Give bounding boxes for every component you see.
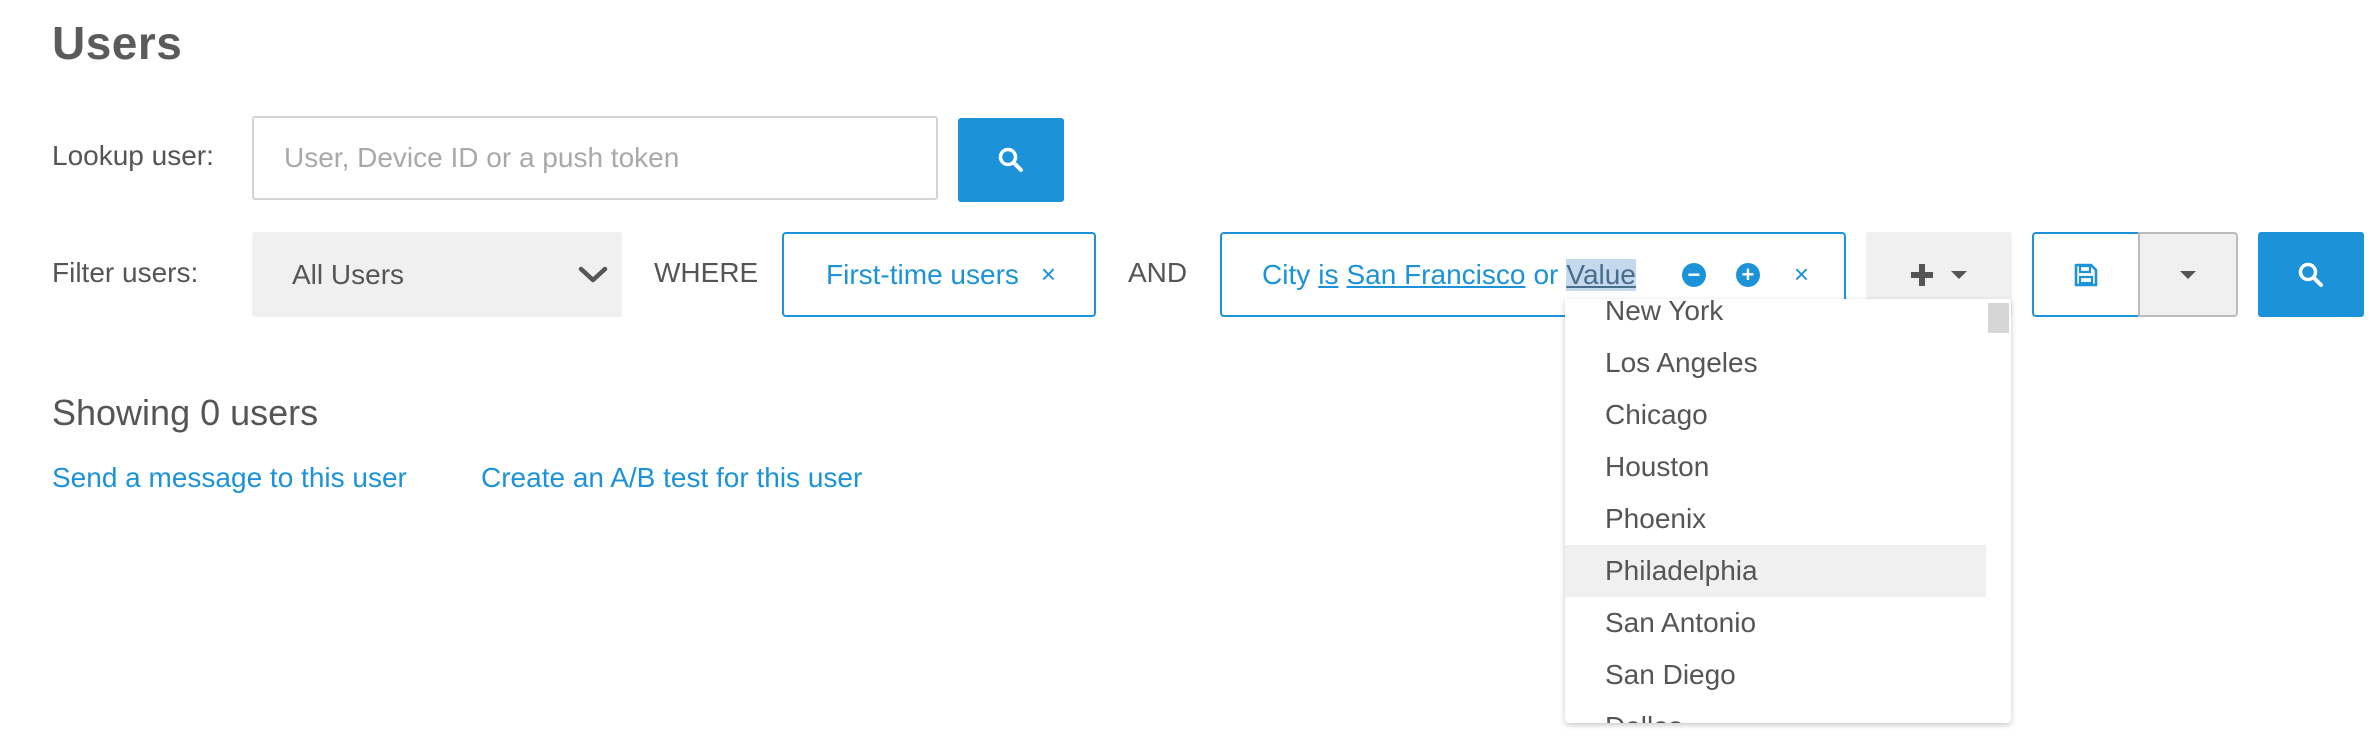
filter-value-link[interactable]: San Francisco: [1346, 259, 1525, 291]
save-segment-button[interactable]: [2032, 232, 2140, 317]
create-ab-test-link[interactable]: Create an A/B test for this user: [481, 462, 862, 494]
filter-chip-label: First-time users: [826, 258, 1019, 290]
filter-field: City: [1262, 258, 1311, 290]
dropdown-option[interactable]: San Antonio: [1565, 597, 1986, 649]
dropdown-option[interactable]: Dallas: [1565, 701, 1986, 723]
caret-down-icon: [2180, 270, 2196, 279]
city-dropdown[interactable]: New York Los Angeles Chicago Houston Pho…: [1565, 299, 2011, 723]
where-keyword: WHERE: [654, 257, 759, 288]
dropdown-option[interactable]: Houston: [1565, 441, 1986, 493]
search-icon: [998, 147, 1023, 172]
search-icon: [2298, 262, 2323, 287]
dropdown-option[interactable]: Los Angeles: [1565, 337, 1986, 389]
filter-label: Filter users:: [52, 257, 199, 288]
filter-search-button[interactable]: [2258, 232, 2364, 317]
filter-operator-link[interactable]: is: [1318, 259, 1338, 291]
dropdown-option-highlighted[interactable]: Philadelphia: [1565, 545, 1986, 597]
send-message-link[interactable]: Send a message to this user: [52, 462, 407, 494]
remove-filter-icon[interactable]: ×: [1794, 259, 1809, 290]
scrollbar-thumb[interactable]: [1988, 303, 2009, 333]
dropdown-option[interactable]: New York: [1565, 299, 1986, 337]
dropdown-option[interactable]: Phoenix: [1565, 493, 1986, 545]
dropdown-option[interactable]: San Diego: [1565, 649, 1986, 701]
chevron-down-icon: [578, 266, 608, 282]
value-input[interactable]: Value: [1566, 258, 1636, 291]
or-keyword: or: [1533, 258, 1559, 290]
and-keyword: AND: [1128, 257, 1188, 288]
results-summary: Showing 0 users: [52, 392, 319, 433]
dropdown-option[interactable]: Chicago: [1565, 389, 1986, 441]
remove-filter-icon[interactable]: ×: [1041, 259, 1056, 290]
page-title: Users: [52, 17, 183, 69]
floppy-disk-icon: [2074, 263, 2098, 286]
plus-circle-icon[interactable]: +: [1735, 262, 1760, 287]
filter-chip-first-time-users[interactable]: First-time users ×: [782, 232, 1096, 317]
segment-select-value: All Users: [292, 258, 405, 290]
segment-select[interactable]: All Users: [252, 232, 622, 317]
lookup-search-button[interactable]: [958, 118, 1064, 202]
minus-circle-icon[interactable]: −: [1681, 262, 1706, 287]
plus-icon: [1911, 263, 1933, 286]
dropdown-scrollbar[interactable]: [1986, 299, 2011, 723]
users-page: Users Lookup user: Filter users: All Use…: [0, 0, 2376, 748]
save-options-button[interactable]: [2138, 232, 2238, 317]
caret-down-icon: [1951, 270, 1967, 279]
lookup-input[interactable]: [252, 116, 938, 200]
lookup-label: Lookup user:: [52, 140, 214, 171]
